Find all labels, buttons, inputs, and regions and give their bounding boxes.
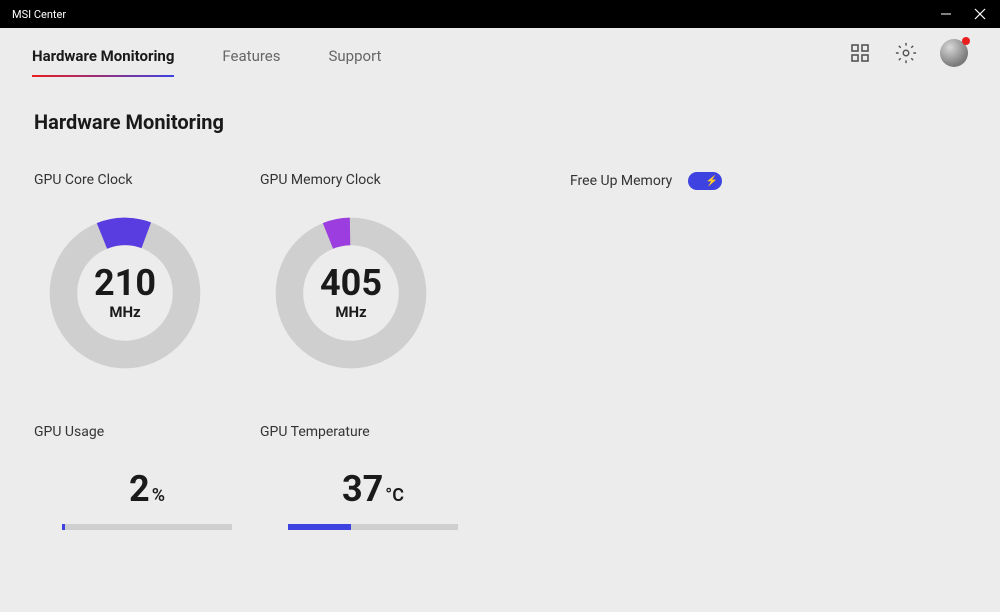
gpu-usage-label: GPU Usage <box>34 424 260 440</box>
gpu-core-clock-value: 210 <box>94 265 156 301</box>
avatar[interactable] <box>940 39 968 67</box>
gpu-usage-block: GPU Usage 2% <box>34 424 260 530</box>
gpu-usage-bar <box>62 524 232 530</box>
gpu-temp-bar <box>288 524 458 530</box>
window-controls <box>938 6 988 22</box>
gear-icon[interactable] <box>894 41 918 65</box>
close-button[interactable] <box>972 6 988 22</box>
apps-icon[interactable] <box>848 41 872 65</box>
page-title: Hardware Monitoring <box>34 110 966 134</box>
gpu-temp-bar-fill <box>288 524 351 530</box>
gpu-core-clock-block: GPU Core Clock 210 MHz <box>34 172 260 374</box>
tab-features[interactable]: Features <box>222 47 280 77</box>
gpu-temp-unit: °C <box>385 485 404 506</box>
bolt-icon: ⚡ <box>706 176 718 187</box>
gpu-memory-clock-label: GPU Memory Clock <box>260 172 530 188</box>
tab-hardware-monitoring[interactable]: Hardware Monitoring <box>32 47 174 77</box>
gpu-memory-clock-unit: MHz <box>320 303 382 321</box>
free-memory-toggle[interactable]: ⚡ <box>688 172 722 190</box>
gauge-row: GPU Core Clock 210 MHz GPU Memory Clock <box>34 172 966 374</box>
gpu-memory-clock-block: GPU Memory Clock 405 MHz <box>260 172 530 374</box>
tab-support[interactable]: Support <box>329 47 382 77</box>
free-memory-block: Free Up Memory ⚡ <box>570 172 796 374</box>
gpu-memory-clock-gauge: 405 MHz <box>270 212 432 374</box>
gpu-temp-value: 37 <box>342 468 383 510</box>
gpu-temp-label: GPU Temperature <box>260 424 486 440</box>
gpu-core-clock-unit: MHz <box>94 303 156 321</box>
window-title: MSI Center <box>12 8 66 21</box>
gpu-usage-bar-fill <box>62 524 65 530</box>
gpu-usage-unit: % <box>152 485 165 506</box>
free-memory-label: Free Up Memory <box>570 173 672 189</box>
tab-bar: Hardware Monitoring Features Support <box>32 28 381 77</box>
header: Hardware Monitoring Features Support <box>0 28 1000 78</box>
header-actions <box>848 39 968 67</box>
gpu-usage-value: 2 <box>129 468 150 510</box>
titlebar: MSI Center <box>0 0 1000 28</box>
content: Hardware Monitoring GPU Core Clock 210 M… <box>0 78 1000 612</box>
gpu-core-clock-gauge: 210 MHz <box>44 212 206 374</box>
gpu-temp-block: GPU Temperature 37°C <box>260 424 486 530</box>
minimize-button[interactable] <box>938 6 954 22</box>
usage-row: GPU Usage 2% GPU Temperature 37°C <box>34 424 966 530</box>
gpu-core-clock-label: GPU Core Clock <box>34 172 260 188</box>
gpu-memory-clock-value: 405 <box>320 265 382 301</box>
